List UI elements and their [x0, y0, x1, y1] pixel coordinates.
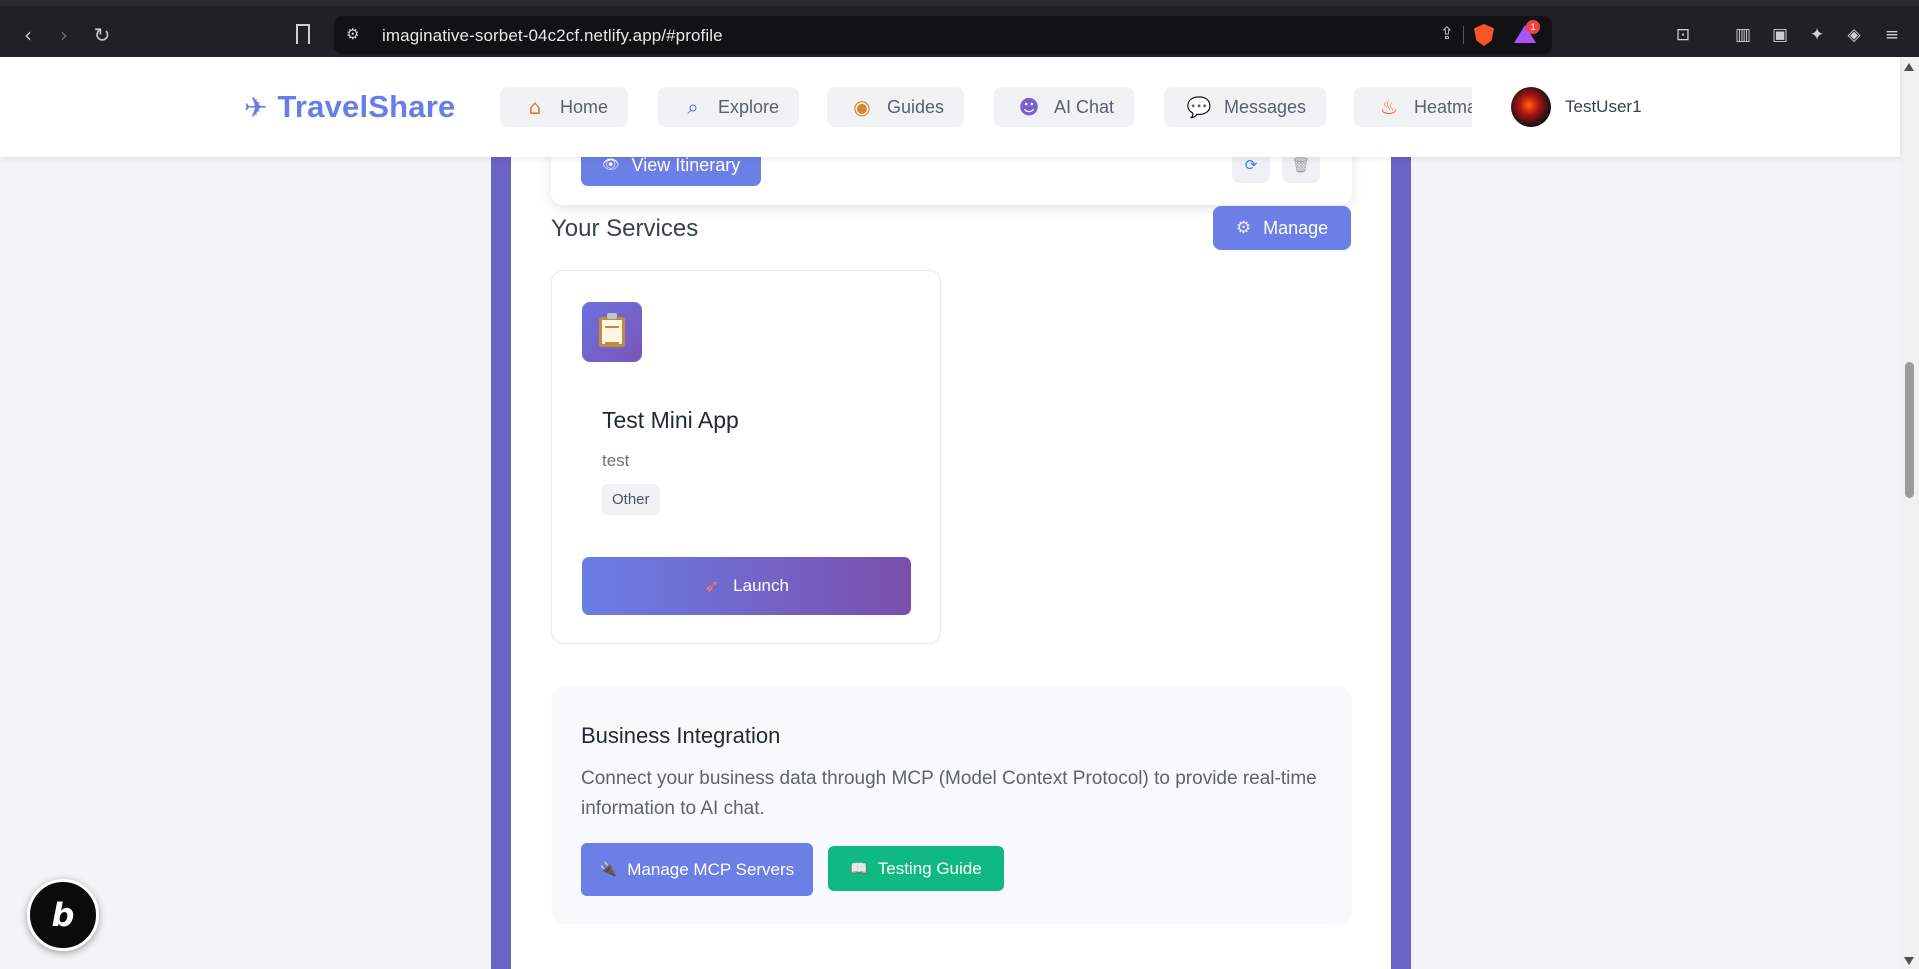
scrollbar-thumb[interactable]: [1905, 362, 1914, 498]
fire-icon: ♨: [1380, 95, 1398, 119]
brand-name: TravelShare: [277, 89, 456, 124]
speech-bubble-icon: 💬: [1186, 95, 1212, 119]
search-icon: ⌕: [687, 95, 699, 119]
home-icon: ⌂: [528, 95, 542, 119]
launch-button[interactable]: ➶ Launch: [582, 557, 911, 615]
nav-ai-chat-label: AI Chat: [1054, 96, 1115, 117]
user-menu[interactable]: TestUser1: [1511, 87, 1642, 127]
testing-guide-button[interactable]: 📖 Testing Guide: [828, 846, 1004, 891]
forward-icon[interactable]: ›: [52, 23, 76, 47]
plug-icon: 🔌: [599, 861, 618, 878]
robot-icon: ☻: [1018, 95, 1040, 119]
url-text[interactable]: imaginative-sorbet-04c2cf.netlify.app/#p…: [382, 26, 723, 46]
nav-guides-label: Guides: [887, 96, 945, 117]
menu-icon[interactable]: ≡: [1881, 25, 1903, 45]
avatar[interactable]: [1511, 87, 1551, 127]
manage-mcp-servers-label: Manage MCP Servers: [627, 859, 795, 879]
service-description: test: [602, 451, 630, 470]
business-integration-description: Connect your business data through MCP (…: [581, 768, 1317, 819]
services-title: Your Services: [551, 215, 699, 242]
business-integration-section: Business Integration Connect your busine…: [551, 686, 1352, 924]
app-header: ✈ TravelShare ⌂ Home ⌕ Explore ◉ Guides …: [0, 57, 1900, 157]
rocket-icon: ➶: [704, 575, 720, 597]
nav-heatmap[interactable]: ♨ Heatmap: [1354, 87, 1472, 127]
address-bar[interactable]: ⚙ imaginative-sorbet-04c2cf.netlify.app/…: [334, 16, 1552, 54]
service-card: Test Mini App test Other ➶ Launch: [551, 270, 941, 644]
clipboard-icon: [599, 313, 625, 347]
brand-logo[interactable]: ✈ TravelShare: [244, 89, 455, 125]
nav-messages[interactable]: 💬 Messages: [1164, 87, 1327, 127]
manage-button[interactable]: ⚙ Manage: [1213, 206, 1351, 250]
vpn-icon[interactable]: ◈: [1843, 25, 1865, 45]
brave-shields-icon[interactable]: [1474, 24, 1494, 46]
divider: [1463, 26, 1464, 44]
eye-icon: 👁: [601, 157, 620, 173]
share-icon[interactable]: ⇪: [1440, 24, 1454, 44]
nav-guides[interactable]: ◉ Guides: [827, 87, 965, 127]
nav-home[interactable]: ⌂ Home: [500, 87, 629, 127]
browser-toolbar: ‹ › ↻ ⚙ imaginative-sorbet-04c2cf.netlif…: [0, 0, 1919, 57]
gear-icon: ⚙: [1235, 218, 1252, 238]
reload-icon[interactable]: ↻: [90, 23, 114, 47]
book-icon: 📖: [850, 860, 868, 877]
scroll-down-arrow-icon[interactable]: [1904, 957, 1914, 965]
nav-ai-chat[interactable]: ☻ AI Chat: [994, 87, 1135, 127]
view-itinerary-label: View Itinerary: [631, 154, 741, 175]
scroll-up-arrow-icon[interactable]: [1904, 63, 1914, 71]
nav-home-label: Home: [560, 96, 609, 117]
wallet-icon[interactable]: ▣: [1769, 25, 1791, 45]
back-icon[interactable]: ‹: [16, 23, 40, 47]
bookmark-icon[interactable]: [296, 24, 310, 44]
service-name: Test Mini App: [602, 407, 739, 433]
nav-heatmap-label: Heatmap: [1414, 96, 1472, 117]
compass-icon: ◉: [853, 95, 871, 119]
bolt-logo-icon: b: [51, 896, 75, 934]
business-integration-title: Business Integration: [581, 723, 781, 748]
manage-mcp-servers-button[interactable]: 🔌 Manage MCP Servers: [581, 843, 813, 896]
launch-label: Launch: [733, 576, 789, 595]
site-settings-icon[interactable]: ⚙: [346, 25, 366, 45]
page-scrollbar[interactable]: [1900, 57, 1919, 969]
username: TestUser1: [1565, 97, 1642, 116]
sidebar-icon[interactable]: ▥: [1732, 25, 1754, 45]
nav-explore[interactable]: ⌕ Explore: [658, 87, 800, 127]
manage-label: Manage: [1263, 217, 1329, 238]
rewards-badge: 1: [1526, 20, 1540, 34]
service-icon-tile: [582, 302, 642, 362]
main-nav: ⌂ Home ⌕ Explore ◉ Guides ☻ AI Chat 💬 Me…: [500, 87, 1472, 129]
service-category-tag: Other: [602, 484, 660, 515]
screenshot-icon[interactable]: ⊡: [1672, 25, 1694, 45]
nav-messages-label: Messages: [1224, 96, 1307, 117]
leo-ai-icon[interactable]: ✦: [1806, 25, 1828, 45]
testing-guide-label: Testing Guide: [877, 858, 982, 878]
airplane-icon: ✈: [244, 90, 268, 124]
nav-explore-label: Explore: [718, 96, 780, 117]
bolt-badge-icon[interactable]: b: [27, 879, 99, 951]
